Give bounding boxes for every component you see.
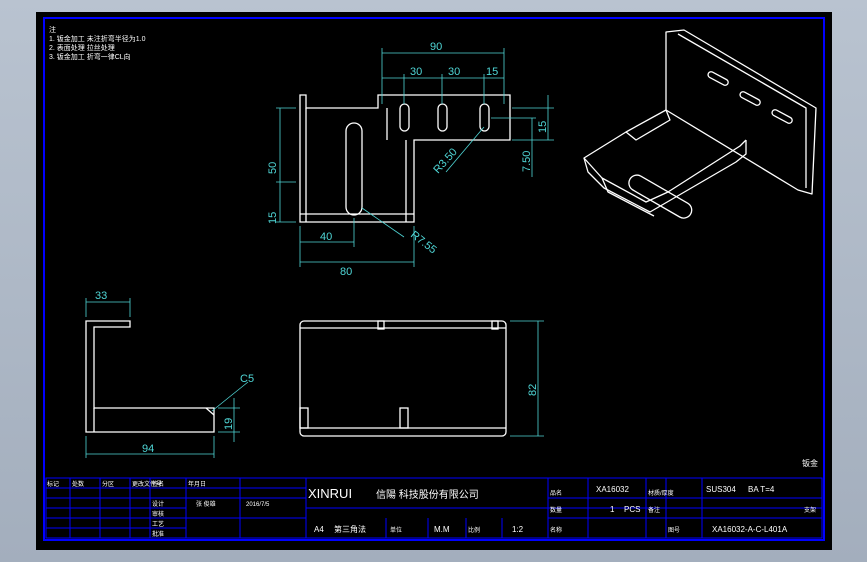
side-view-outline <box>85 320 215 433</box>
iso-base-plate <box>583 109 747 203</box>
dim-c5: C5 <box>240 373 254 385</box>
drawing-no: XA16032-A-C-L401A <box>712 525 788 534</box>
side-view-dimensions <box>85 298 249 458</box>
dim-50: 50 <box>267 162 279 174</box>
paper-size: A4 <box>314 525 324 534</box>
dim-90: 90 <box>430 41 442 53</box>
drawing-no-label: 图号 <box>668 527 680 534</box>
iso-back-plate-edge <box>677 33 807 188</box>
part-label: 品名 <box>550 489 562 497</box>
slot-3 <box>479 103 490 132</box>
rev-header-zone: 分区 <box>102 480 114 488</box>
iso-inner-bend <box>625 109 671 141</box>
bottom-view-outline <box>299 320 507 437</box>
rev-header-date: 年月日 <box>188 480 206 488</box>
sheet-border <box>43 17 825 541</box>
part-no: XA16032 <box>596 485 629 494</box>
projection: 第三角法 <box>334 524 366 534</box>
slot-2 <box>437 103 448 132</box>
dim-80: 80 <box>340 266 352 278</box>
design-date: 2016/7/5 <box>246 502 270 508</box>
title-block: 标记 处数 分区 更改文件号 签名 年月日 设计 审核 工艺 批准 张 俊雄 2… <box>45 477 823 539</box>
note-1: 1. 钣金加工 未注折弯半径为1.0 <box>49 34 146 43</box>
rev-header-mark: 标记 <box>47 480 59 488</box>
bottom-view-tab-1 <box>299 407 309 429</box>
slot-1 <box>399 103 410 132</box>
long-slot <box>345 122 363 216</box>
leader-c5 <box>211 381 249 412</box>
side-view-dim-text: 33 C5 19 94 <box>95 290 254 455</box>
bottom-view-tab-2 <box>399 407 409 429</box>
iso-back-plate <box>665 29 817 195</box>
side-view <box>85 320 215 433</box>
front-view-outline <box>299 94 511 223</box>
iso-slot-1 <box>707 71 729 86</box>
thickness: BA T=4 <box>748 485 775 494</box>
notes-header: 注 <box>49 25 56 34</box>
row-review: 审核 <box>152 510 164 518</box>
note-2: 2. 表面处理 拉丝处理 <box>49 43 115 52</box>
bottom-view <box>299 320 507 437</box>
part-name: 支架 <box>804 506 816 514</box>
front-view <box>299 94 511 223</box>
remark-label: 备注 <box>648 506 660 514</box>
front-view-dim-text: 90 30 30 15 15 7.50 R3.50 50 15 40 80 R7… <box>267 41 549 278</box>
corner-label: 钣金 <box>802 458 818 468</box>
notes-block: 注 1. 钣金加工 未注折弯半径为1.0 2. 表面处理 拉丝处理 3. 钣金加… <box>49 25 146 61</box>
dim-40: 40 <box>320 231 332 243</box>
row-design: 设计 <box>152 500 164 508</box>
material-label: 材质/厚度 <box>648 489 674 497</box>
unit-label: 单位 <box>390 526 402 534</box>
row-process: 工艺 <box>152 520 164 528</box>
rev-header-sign: 签名 <box>152 480 164 488</box>
qty: 1 <box>610 505 615 514</box>
designer-name: 张 俊雄 <box>196 500 216 508</box>
unit: M.M <box>434 525 450 534</box>
dim-94: 94 <box>142 443 154 455</box>
dim-15-top: 15 <box>486 66 498 78</box>
company-cn: 信陽 科技股份有限公司 <box>376 488 479 501</box>
qty-unit: PCS <box>624 505 640 514</box>
iso-base-edge <box>583 140 747 213</box>
name-label: 名称 <box>550 526 562 534</box>
dim-19: 19 <box>223 418 235 430</box>
dim-82: 82 <box>527 384 539 396</box>
dim-30-b: 30 <box>448 66 460 78</box>
company-en: XINRUI <box>308 486 352 501</box>
cad-drawing: 注 1. 钣金加工 未注折弯半径为1.0 2. 表面处理 拉丝处理 3. 钣金加… <box>43 17 825 541</box>
qty-label: 数量 <box>550 506 562 514</box>
material: SUS304 <box>706 485 736 494</box>
dim-33: 33 <box>95 290 107 302</box>
iso-slot-3 <box>771 109 793 124</box>
dim-15-left: 15 <box>267 212 279 224</box>
dim-7-50: 7.50 <box>521 151 533 172</box>
drawing-sheet: 注 1. 钣金加工 未注折弯半径为1.0 2. 表面处理 拉丝处理 3. 钣金加… <box>36 12 832 550</box>
dim-15-right: 15 <box>537 121 549 133</box>
note-3: 3. 钣金加工 折弯一律CL向 <box>49 52 131 61</box>
dim-30-a: 30 <box>410 66 422 78</box>
bottom-view-dimensions <box>510 320 544 437</box>
rev-header-count: 处数 <box>72 480 84 488</box>
iso-slot-2 <box>739 91 761 106</box>
isometric-view <box>583 29 817 219</box>
chamfer-c5 <box>205 407 215 416</box>
scale-label: 比例 <box>468 526 480 534</box>
scale: 1:2 <box>512 525 524 534</box>
row-approve: 批准 <box>152 530 164 538</box>
dim-r7-55: R7.55 <box>408 229 439 257</box>
